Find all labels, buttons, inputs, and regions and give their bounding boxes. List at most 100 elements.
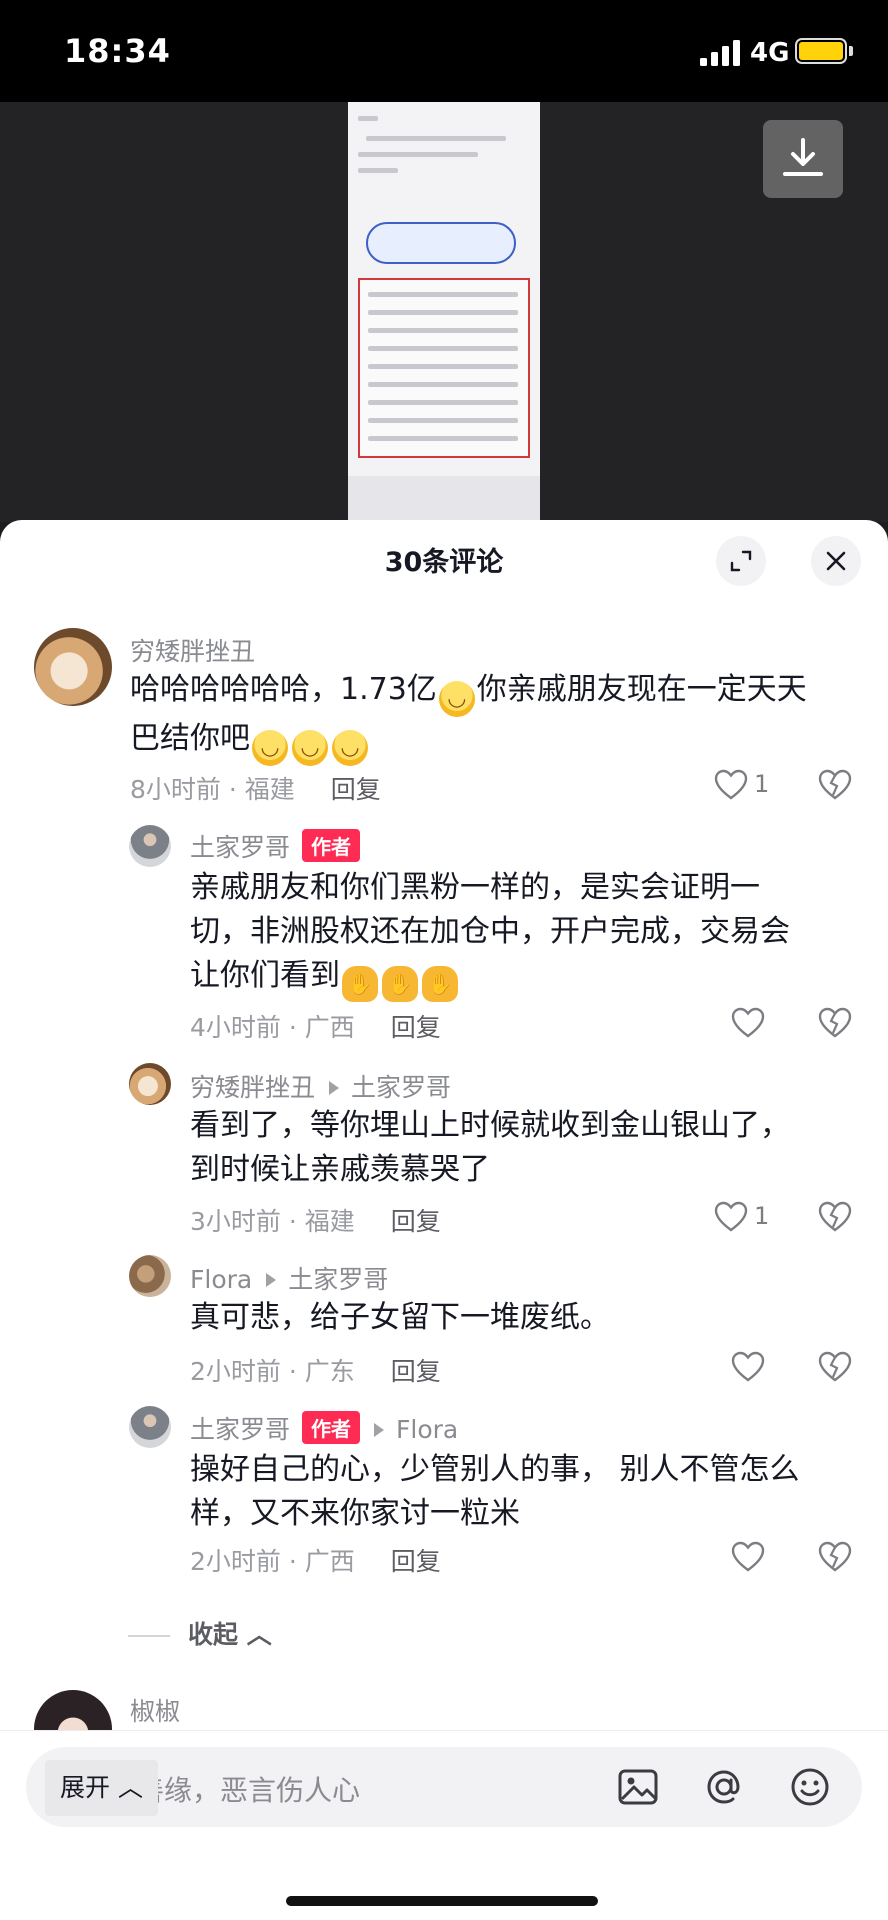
thumbnail-banner — [366, 222, 516, 264]
collapse-label: 收起 — [188, 1620, 239, 1649]
comment-text-line: 真可悲，给子女留下一堆废纸。 — [190, 1300, 610, 1335]
status-bar: 18:34 4G — [0, 0, 888, 102]
dislike-icon[interactable] — [818, 1200, 852, 1234]
laugh-emoji-icon: ◡ — [252, 730, 288, 766]
username-text: 土家罗哥 — [190, 833, 291, 862]
comment-time-location: 4小时前 · 广西 — [190, 1013, 355, 1042]
reply-arrow-icon — [374, 1423, 385, 1437]
reply-to-username[interactable]: 土家罗哥 — [351, 1073, 451, 1102]
username-text: 穷矮胖挫丑 — [190, 1073, 316, 1102]
comment-meta: 2小时前 · 广西 回复 — [190, 1542, 441, 1578]
comment-meta: 3小时前 · 福建 回复 — [190, 1202, 441, 1238]
avatar[interactable] — [129, 1406, 171, 1448]
comment-text-line: 样，又不来你家讨一粒米 — [190, 1496, 520, 1531]
close-button[interactable] — [811, 536, 861, 586]
comment-text: 真可悲，给子女留下一堆废纸。 — [190, 1296, 870, 1340]
dislike-icon[interactable] — [818, 768, 852, 802]
comment-time-location: 3小时前 · 福建 — [190, 1207, 355, 1236]
download-icon — [783, 138, 823, 176]
reply-button[interactable]: 回复 — [391, 1547, 441, 1576]
video-thumbnail[interactable] — [348, 102, 540, 520]
laugh-emoji-icon: ◡ — [332, 730, 368, 766]
heart-icon[interactable] — [714, 1200, 748, 1234]
reply-button[interactable]: 回复 — [331, 775, 381, 804]
close-icon — [826, 551, 846, 571]
reply-button[interactable]: 回复 — [391, 1207, 441, 1236]
comment-input-area: 善语结善缘，恶言伤人心 — [0, 1730, 888, 1920]
comment-text-line: 亲戚朋友和你们黑粉一样的，是实会证明一 — [190, 870, 760, 905]
laugh-emoji-icon: ◡ — [292, 730, 328, 766]
heart-icon[interactable] — [714, 768, 748, 802]
reply-arrow-icon — [266, 1273, 277, 1287]
avatar[interactable] — [34, 628, 112, 706]
reply-arrow-icon — [329, 1081, 340, 1095]
at-icon[interactable] — [702, 1765, 746, 1809]
download-button[interactable] — [763, 120, 843, 198]
author-badge: 作者 — [302, 829, 361, 862]
reply-to-username[interactable]: Flora — [396, 1415, 458, 1444]
comment-text-line: 到时候让亲戚羡慕哭了 — [190, 1152, 490, 1187]
chevron-up-icon: ︿ — [110, 1773, 143, 1802]
comment-text-line: 切，非洲股权还在加仓中，开户完成，交易会 — [190, 914, 790, 949]
fullscreen-button[interactable] — [716, 536, 766, 586]
network-label: 4G — [750, 38, 790, 68]
comment-username[interactable]: 穷矮胖挫丑 — [130, 632, 255, 668]
comment-text-part: 哈哈哈哈哈哈，1.73亿 — [130, 672, 437, 707]
author-badge: 作者 — [302, 1411, 361, 1444]
pray-emoji-icon: ✋ — [382, 966, 418, 1002]
heart-icon[interactable] — [731, 1006, 765, 1040]
signal-icon — [700, 40, 740, 66]
reply-button[interactable]: 回复 — [391, 1357, 441, 1386]
comment-username[interactable]: 土家罗哥 作者 Flora — [190, 1410, 458, 1446]
expand-label: 展开 — [60, 1773, 111, 1802]
comment-meta: 8小时前 · 福建 回复 — [130, 770, 381, 806]
comment-text: 操好自己的心，少管别人的事， 别人不管怎么 样，又不来你家讨一粒米 — [190, 1448, 870, 1536]
comment-text-line: 看到了，等你埋山上时候就收到金山银山了， — [190, 1108, 790, 1143]
comment-text-line: 操好自己的心，少管别人的事， 别人不管怎么 — [190, 1452, 800, 1487]
image-icon[interactable] — [616, 1765, 660, 1809]
thumbnail-notice-box — [358, 278, 530, 458]
home-indicator[interactable] — [286, 1896, 598, 1906]
pray-emoji-icon: ✋ — [422, 966, 458, 1002]
like-count: 1 — [754, 1202, 770, 1230]
comment-text: 看到了，等你埋山上时候就收到金山银山了， 到时候让亲戚羡慕哭了 — [190, 1104, 870, 1192]
comment-text-line: 让你们看到 — [190, 958, 340, 993]
username-text: 土家罗哥 — [190, 1415, 291, 1444]
avatar[interactable] — [129, 1063, 171, 1105]
reply-to-username[interactable]: 土家罗哥 — [288, 1265, 388, 1294]
comment-sheet: 30条评论 穷矮胖挫丑 哈哈哈哈哈哈，1.73亿 ◡ 你亲戚朋友现在一定天天 巴结你… — [0, 520, 888, 1920]
battery-tip — [849, 46, 853, 56]
like-count: 1 — [754, 770, 770, 798]
comment-text: 哈哈哈哈哈哈，1.73亿 ◡ 你亲戚朋友现在一定天天 巴结你吧 ◡ ◡ ◡ — [130, 668, 860, 766]
emoji-icon[interactable] — [788, 1765, 832, 1809]
comment-text-part: 你亲戚朋友现在一定天天 — [476, 672, 807, 707]
dislike-icon[interactable] — [818, 1006, 852, 1040]
comment-username[interactable]: 穷矮胖挫丑 土家罗哥 — [190, 1068, 451, 1104]
dislike-icon[interactable] — [818, 1540, 852, 1574]
comment-username[interactable]: Flora 土家罗哥 — [190, 1260, 388, 1296]
comment-time-location: 2小时前 · 广西 — [190, 1547, 355, 1576]
pray-emoji-icon: ✋ — [342, 966, 378, 1002]
dislike-icon[interactable] — [818, 1350, 852, 1384]
chevron-up-icon: ︿ — [238, 1620, 272, 1649]
comment-meta: 4小时前 · 广西 回复 — [190, 1008, 441, 1044]
username-text: Flora — [190, 1265, 253, 1294]
avatar[interactable] — [129, 1255, 171, 1297]
fullscreen-icon — [730, 550, 752, 572]
expand-button[interactable]: 展开 ︿ — [45, 1760, 158, 1816]
thumbnail-bottom-bar — [348, 476, 540, 520]
comment-time-location: 2小时前 · 广东 — [190, 1357, 355, 1386]
comment-text: 亲戚朋友和你们黑粉一样的，是实会证明一 切，非洲股权还在加仓中，开户完成，交易会… — [190, 866, 870, 1002]
reply-button[interactable]: 回复 — [391, 1013, 441, 1042]
collapse-divider — [128, 1635, 170, 1637]
comment-username[interactable]: 椒椒 — [130, 1692, 180, 1728]
heart-icon[interactable] — [731, 1540, 765, 1574]
status-time: 18:34 — [64, 32, 171, 70]
heart-icon[interactable] — [731, 1350, 765, 1384]
comment-time-location: 8小时前 · 福建 — [130, 775, 295, 804]
avatar[interactable] — [129, 825, 171, 867]
collapse-replies-button[interactable]: 收起 ︿ — [128, 1615, 272, 1651]
comment-meta: 2小时前 · 广东 回复 — [190, 1352, 441, 1388]
laugh-emoji-icon: ◡ — [438, 681, 475, 717]
comment-username[interactable]: 土家罗哥 作者 — [190, 828, 361, 864]
